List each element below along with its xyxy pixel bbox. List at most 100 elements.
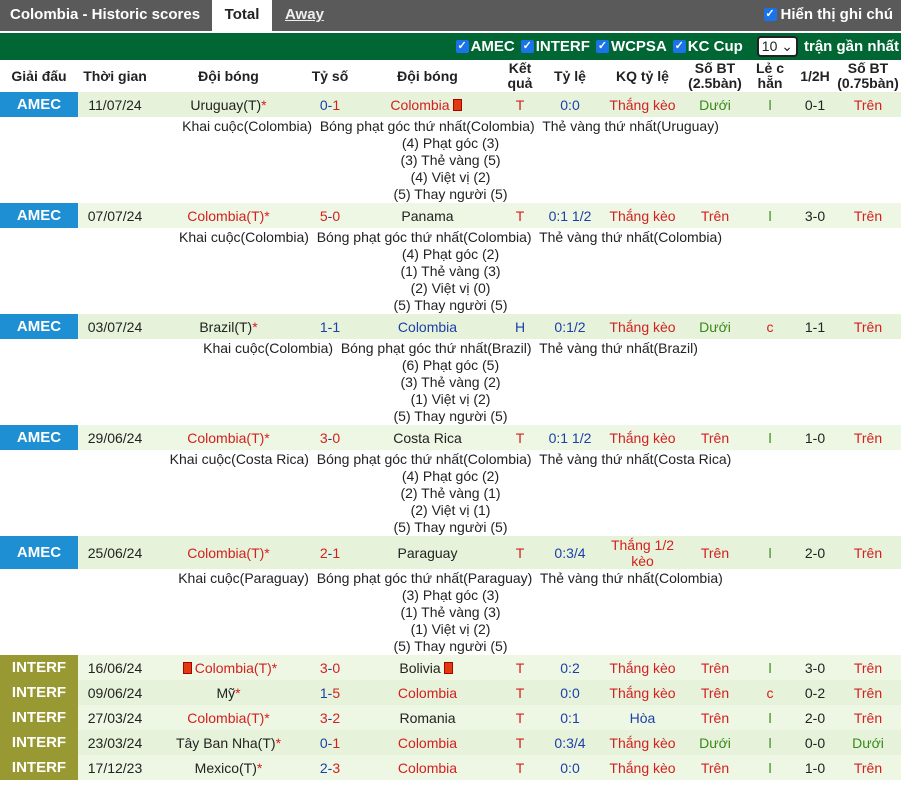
match-result: H <box>514 318 526 335</box>
score[interactable]: 0-1 <box>305 97 355 113</box>
home-team-name[interactable]: Colombia(T) <box>195 660 272 676</box>
home-team[interactable]: Colombia(T)* <box>152 545 305 561</box>
checkbox-checked-icon[interactable]: ✓ <box>595 40 609 53</box>
league-badge[interactable]: AMEC <box>0 203 78 228</box>
score-away: 0 <box>332 429 341 446</box>
score[interactable]: 2-1 <box>305 545 355 561</box>
home-team-name[interactable]: Colombia(T) <box>187 430 264 446</box>
detail-line: (4) Việt vị (2) <box>410 169 491 185</box>
home-team[interactable]: Mỹ* <box>152 685 305 701</box>
home-team-name[interactable]: Colombia(T) <box>187 208 264 224</box>
away-team-name[interactable]: Costa Rica <box>393 430 461 446</box>
home-team[interactable]: Colombia(T)* <box>152 660 305 676</box>
match-details: Khai cuộc(Colombia) Bóng phạt góc thứ nh… <box>0 117 901 203</box>
home-team-name[interactable]: Mỹ <box>216 685 235 701</box>
half-time-score: 3-0 <box>804 659 826 676</box>
match-count-select[interactable]: 10 ⌄ <box>756 36 798 57</box>
tab-total[interactable]: Total <box>212 0 272 31</box>
away-team[interactable]: Panama <box>355 208 500 224</box>
home-team-name[interactable]: Colombia(T) <box>187 710 264 726</box>
detail-line: (5) Thay người (5) <box>393 297 508 313</box>
filter-interf[interactable]: ✓ INTERF <box>520 38 590 55</box>
score[interactable]: 1-1 <box>305 319 355 335</box>
away-team-name[interactable]: Colombia <box>390 97 449 113</box>
col-away: Đội bóng <box>397 67 458 84</box>
away-team-name[interactable]: Colombia <box>398 760 457 776</box>
league-badge[interactable]: INTERF <box>0 680 78 705</box>
checkbox-checked-icon[interactable]: ✓ <box>763 8 777 21</box>
filter-kc-cup[interactable]: ✓ KC Cup <box>672 38 743 55</box>
away-team-name[interactable]: Paraguay <box>398 545 458 561</box>
match-details: Khai cuộc(Paraguay) Bóng phạt góc thứ nh… <box>0 569 901 655</box>
score-home: 3 <box>319 429 328 446</box>
home-team[interactable]: Uruguay(T)* <box>152 97 305 113</box>
detail-line: (5) Thay người (5) <box>393 186 508 202</box>
home-team-name[interactable]: Brazil(T) <box>199 319 252 335</box>
tab-away[interactable]: Away <box>285 6 324 23</box>
away-team[interactable]: Paraguay <box>355 545 500 561</box>
title-bar: Colombia - Historic scores Total Away ✓ H… <box>0 0 901 31</box>
away-team[interactable]: Romania <box>355 710 500 726</box>
home-team-name[interactable]: Tây Ban Nha(T) <box>176 735 276 751</box>
match-date: 09/06/24 <box>87 684 143 701</box>
away-team[interactable]: Colombia <box>355 760 500 776</box>
show-notes-toggle[interactable]: ✓ Hiển thị ghi chú <box>763 6 893 23</box>
away-team[interactable]: Colombia <box>355 735 500 751</box>
match-date: 07/07/24 <box>87 207 143 224</box>
league-badge[interactable]: INTERF <box>0 655 78 680</box>
detail-line: (1) Việt vị (2) <box>410 391 491 407</box>
match-result: T <box>515 759 525 776</box>
league-badge[interactable]: INTERF <box>0 755 78 780</box>
home-team-name[interactable]: Colombia(T) <box>187 545 264 561</box>
checkbox-checked-icon[interactable]: ✓ <box>520 40 534 53</box>
league-badge[interactable]: AMEC <box>0 314 78 339</box>
home-team[interactable]: Colombia(T)* <box>152 430 305 446</box>
home-marker: * <box>271 659 278 676</box>
filter-wcpsa[interactable]: ✓ WCPSA <box>595 38 667 55</box>
odd-even: l <box>768 659 772 676</box>
score-home: 2 <box>319 544 328 561</box>
half-time-score: 2-0 <box>804 544 826 561</box>
home-team[interactable]: Mexico(T)* <box>152 760 305 776</box>
home-team-name[interactable]: Uruguay(T) <box>190 97 261 113</box>
score[interactable]: 2-3 <box>305 760 355 776</box>
away-team-name[interactable]: Colombia <box>398 735 457 751</box>
home-team[interactable]: Brazil(T)* <box>152 319 305 335</box>
odds: 0:3/4 <box>554 734 586 751</box>
away-team-name[interactable]: Bolivia <box>399 660 440 676</box>
league-badge[interactable]: AMEC <box>0 425 78 450</box>
home-team-name[interactable]: Mexico(T) <box>195 760 257 776</box>
score[interactable]: 3-2 <box>305 710 355 726</box>
home-team[interactable]: Tây Ban Nha(T)* <box>152 735 305 751</box>
home-team[interactable]: Colombia(T)* <box>152 710 305 726</box>
score[interactable]: 5-0 <box>305 208 355 224</box>
league-badge[interactable]: AMEC <box>0 92 78 117</box>
away-team[interactable]: Colombia <box>355 685 500 701</box>
table-row: AMEC 29/06/24 Colombia(T)* 3-0 Costa Rica T 0:… <box>0 425 901 450</box>
away-team[interactable]: Colombia <box>355 319 500 335</box>
match-result: T <box>515 684 525 701</box>
table-row: INTERF 17/12/23 Mexico(T)* 2-3 Colombia T 0:0 T… <box>0 755 901 780</box>
away-team-name[interactable]: Romania <box>399 710 455 726</box>
away-team-name[interactable]: Panama <box>401 208 453 224</box>
league-badge[interactable]: AMEC <box>0 536 78 569</box>
away-team[interactable]: Bolivia <box>355 660 500 676</box>
odd-even: l <box>768 96 772 113</box>
checkbox-checked-icon[interactable]: ✓ <box>455 40 469 53</box>
away-team-name[interactable]: Colombia <box>398 319 457 335</box>
league-badge[interactable]: INTERF <box>0 730 78 755</box>
league-badge[interactable]: INTERF <box>0 705 78 730</box>
half-time-score: 0-2 <box>804 684 826 701</box>
score[interactable]: 3-0 <box>305 660 355 676</box>
match-date: 17/12/23 <box>87 759 143 776</box>
home-team[interactable]: Colombia(T)* <box>152 208 305 224</box>
away-team-name[interactable]: Colombia <box>398 685 457 701</box>
score[interactable]: 0-1 <box>305 735 355 751</box>
match-count-value: 10 <box>761 38 778 54</box>
score[interactable]: 3-0 <box>305 430 355 446</box>
filter-amec[interactable]: ✓ AMEC <box>455 38 515 55</box>
checkbox-checked-icon[interactable]: ✓ <box>672 40 686 53</box>
away-team[interactable]: Colombia <box>355 97 500 113</box>
away-team[interactable]: Costa Rica <box>355 430 500 446</box>
score[interactable]: 1-5 <box>305 685 355 701</box>
